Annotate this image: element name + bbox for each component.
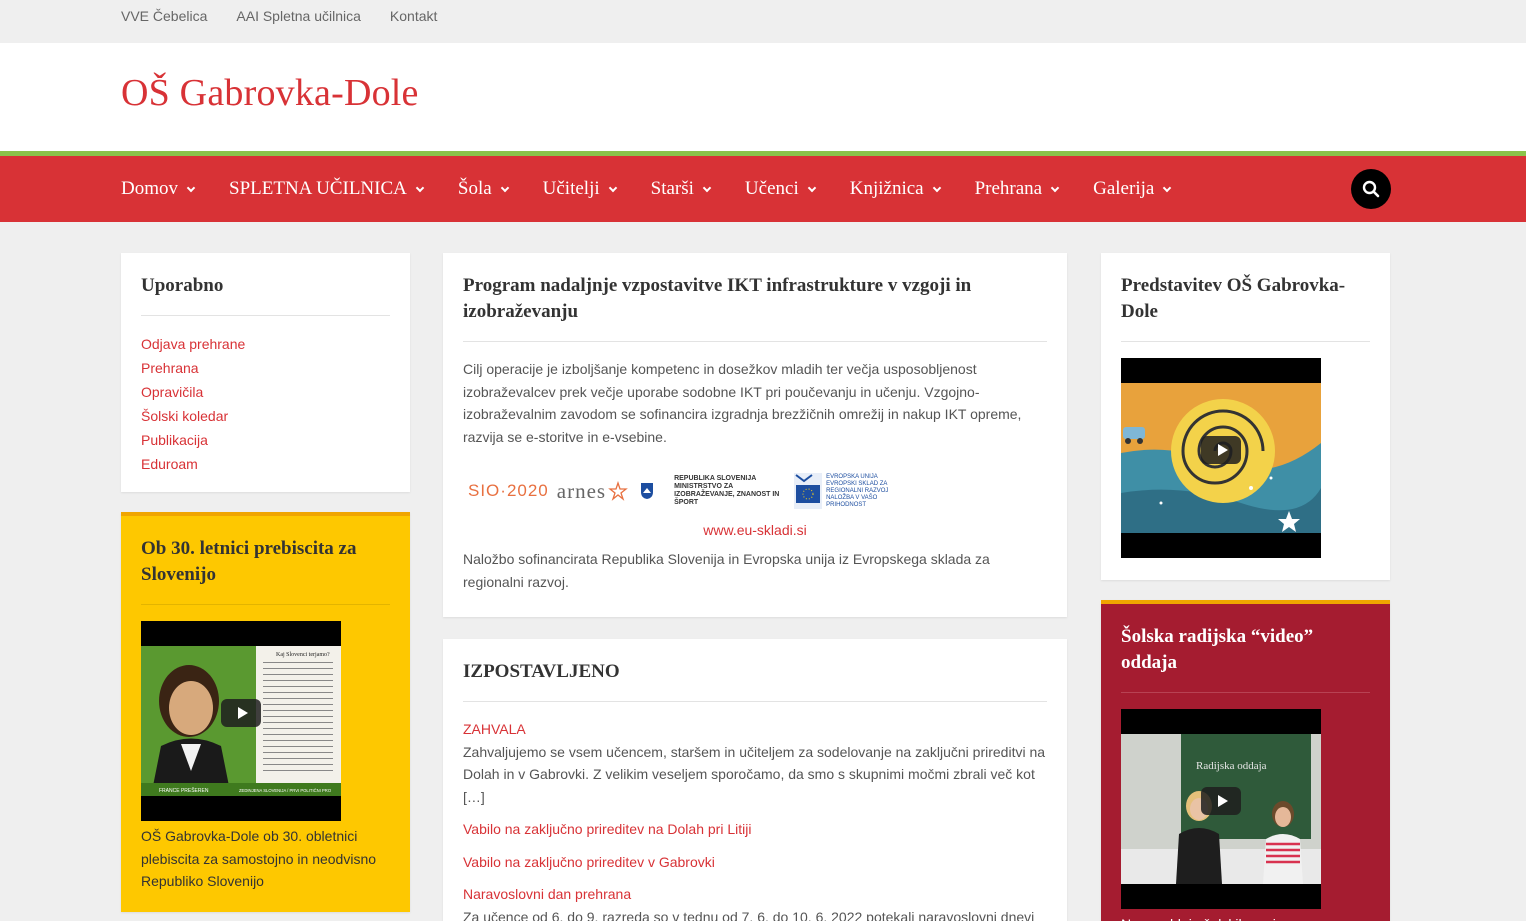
post-title[interactable]: Program nadaljnje vzpostavitve IKT infra…: [463, 273, 1047, 342]
widget-radio: Šolska radijska “video” oddaja Radijska …: [1101, 600, 1390, 921]
search-button[interactable]: [1351, 169, 1391, 209]
link-opravicila[interactable]: Opravičila: [141, 380, 390, 404]
nav-item-knjiznica[interactable]: Knjižnica: [849, 178, 941, 200]
play-icon[interactable]: [1201, 436, 1241, 464]
nav-item-domov[interactable]: Domov: [121, 178, 196, 200]
widget-title: Šolska radijska “video” oddaja: [1121, 624, 1370, 693]
nav-item-label: Učitelji: [542, 178, 600, 199]
chevron-down-icon: [415, 183, 425, 192]
widget-title: Predstavitev OŠ Gabrovka-Dole: [1121, 273, 1370, 342]
chevron-down-icon: [1163, 183, 1172, 192]
top-bar: VVE Čebelica AAI Spletna učilnica Kontak…: [0, 0, 1526, 43]
chevron-down-icon: [500, 183, 509, 192]
link-odjava-prehrane[interactable]: Odjava prehrane: [141, 332, 390, 356]
post-excerpt: Zahvaljujemo se vsem učencem, staršem in…: [463, 743, 1046, 805]
widget-intro: Predstavitev OŠ Gabrovka-Dole: [1101, 253, 1390, 580]
nav-item-label: Starši: [650, 178, 694, 199]
video-caption-left: FRANCE PREŠEREN: [159, 787, 209, 794]
eu-flag-icon: [794, 473, 823, 509]
link-solski-koledar[interactable]: Šolski koledar: [141, 404, 390, 428]
board-text: Radijska oddaja: [1196, 760, 1267, 772]
slovenia-crest-icon: [641, 483, 654, 499]
video-heading: Kaj Slovenci terjamo?: [276, 652, 330, 658]
ikt-footer: Naložbo sofinancirata Republika Slovenij…: [463, 551, 990, 590]
play-icon[interactable]: [1201, 787, 1241, 815]
chevron-down-icon: [608, 183, 617, 192]
partner-logos: SIO·2020 arnes REPUBLIKA SLOVENIJA MINIS…: [468, 470, 1047, 512]
chevron-down-icon: [702, 183, 712, 192]
list-item: ZAHVALA Zahvaljujemo se vsem učencem, st…: [463, 718, 1047, 808]
eu-logo: EVROPSKA UNIJA EVROPSKI SKLAD ZA REGIONA…: [794, 473, 906, 509]
nav-item-starsi[interactable]: Starši: [650, 178, 712, 200]
widget-ikt: Program nadaljnje vzpostavitve IKT infra…: [443, 253, 1067, 617]
post-link[interactable]: Vabilo na zaključno prireditev na Dolah …: [463, 818, 1047, 841]
intro-video[interactable]: [1121, 358, 1321, 558]
link-prehrana[interactable]: Prehrana: [141, 356, 390, 380]
chevron-down-icon: [186, 183, 196, 192]
nav-item-ucitelji[interactable]: Učitelji: [542, 178, 617, 200]
sio-logo: SIO·2020: [468, 481, 549, 500]
main-nav: Domov SPLETNA UČILNICA Šola Učitelji Sta…: [0, 151, 1526, 222]
widget-plebiscite: Ob 30. letnici prebiscita za Slovenijo K…: [121, 512, 410, 912]
star-icon: [608, 481, 628, 501]
nav-item-label: Knjižnica: [849, 178, 924, 199]
plebiscite-video[interactable]: Kaj Slovenci terjamo? FRANCE PREŠEREN ZE…: [141, 621, 341, 821]
post-link[interactable]: ZAHVALA: [463, 718, 1047, 741]
post-excerpt: Za učence od 6. do 9. razreda so v tednu…: [463, 908, 1035, 921]
post-link[interactable]: Naravoslovni dan prehrana: [463, 883, 1047, 906]
nav-item-label: SPLETNA UČILNICA: [229, 178, 407, 199]
useful-links: Odjava prehrane Prehrana Opravičila Šols…: [141, 332, 390, 476]
nav-item-label: Domov: [121, 178, 178, 199]
widget-title: IZPOSTAVLJENO: [463, 659, 1047, 702]
chevron-down-icon: [807, 183, 816, 192]
nav-item-label: Prehrana: [974, 178, 1043, 199]
link-publikacija[interactable]: Publikacija: [141, 428, 390, 452]
top-link-aai[interactable]: AAI Spletna učilnica: [236, 0, 361, 32]
nav-item-spletna-ucilnica[interactable]: SPLETNA UČILNICA: [229, 178, 425, 200]
widget-useful: Uporabno Odjava prehrane Prehrana Opravi…: [121, 253, 410, 492]
search-icon: [1362, 180, 1380, 198]
nav-item-label: Galerija: [1093, 178, 1155, 199]
nav-item-sola[interactable]: Šola: [457, 178, 509, 200]
nav-item-galerija[interactable]: Galerija: [1093, 178, 1172, 200]
video-caption-right: ZEDINJENA SLOVENIJA / PRVI POLITIČNI PRO: [239, 788, 332, 793]
post-link[interactable]: Vabilo na zaključno prireditev v Gabrovk…: [463, 851, 1047, 874]
play-icon[interactable]: [221, 699, 261, 727]
nav-item-prehrana[interactable]: Prehrana: [974, 178, 1060, 200]
list-item: Naravoslovni dan prehrana Za učence od 6…: [463, 883, 1047, 921]
ikt-text: Cilj operacije je izboljšanje kompetenc …: [463, 361, 1022, 445]
nav-item-label: Učenci: [744, 178, 799, 199]
top-link-contact[interactable]: Kontakt: [390, 0, 437, 32]
widget-title: Uporabno: [141, 273, 390, 316]
site-header: OŠ Gabrovka-Dole: [0, 43, 1526, 151]
eu-skladi-link[interactable]: www.eu-skladi.si: [463, 522, 1047, 538]
ministry-logo: REPUBLIKA SLOVENIJA MINISTRSTVO ZA IZOBR…: [674, 475, 780, 506]
widget-title: Ob 30. letnici prebiscita za Slovenijo: [141, 536, 390, 605]
list-item: Vabilo na zaključno prireditev v Gabrovk…: [463, 851, 1047, 874]
radio-text: Nova oddaja šolskih novic: [1121, 913, 1370, 921]
widget-featured: IZPOSTAVLJENO ZAHVALA Zahvaljujemo se vs…: [443, 639, 1067, 921]
chevron-down-icon: [1050, 183, 1060, 192]
eu-logo-text: EVROPSKA UNIJA EVROPSKI SKLAD ZA REGIONA…: [826, 473, 889, 508]
site-title[interactable]: OŠ Gabrovka-Dole: [121, 71, 419, 115]
radio-video[interactable]: Radijska oddaja: [1121, 709, 1321, 909]
nav-item-label: Šola: [457, 178, 492, 199]
list-item: Vabilo na zaključno prireditev na Dolah …: [463, 818, 1047, 841]
top-link-vve[interactable]: VVE Čebelica: [121, 0, 207, 32]
plebiscite-text: OŠ Gabrovka-Dole ob 30. obletnici plebis…: [141, 828, 377, 889]
link-eduroam[interactable]: Eduroam: [141, 452, 390, 476]
arnes-logo: arnes: [556, 478, 607, 503]
nav-item-ucenci[interactable]: Učenci: [744, 178, 816, 200]
chevron-down-icon: [932, 183, 941, 192]
top-links: VVE Čebelica AAI Spletna učilnica Kontak…: [0, 0, 1526, 32]
